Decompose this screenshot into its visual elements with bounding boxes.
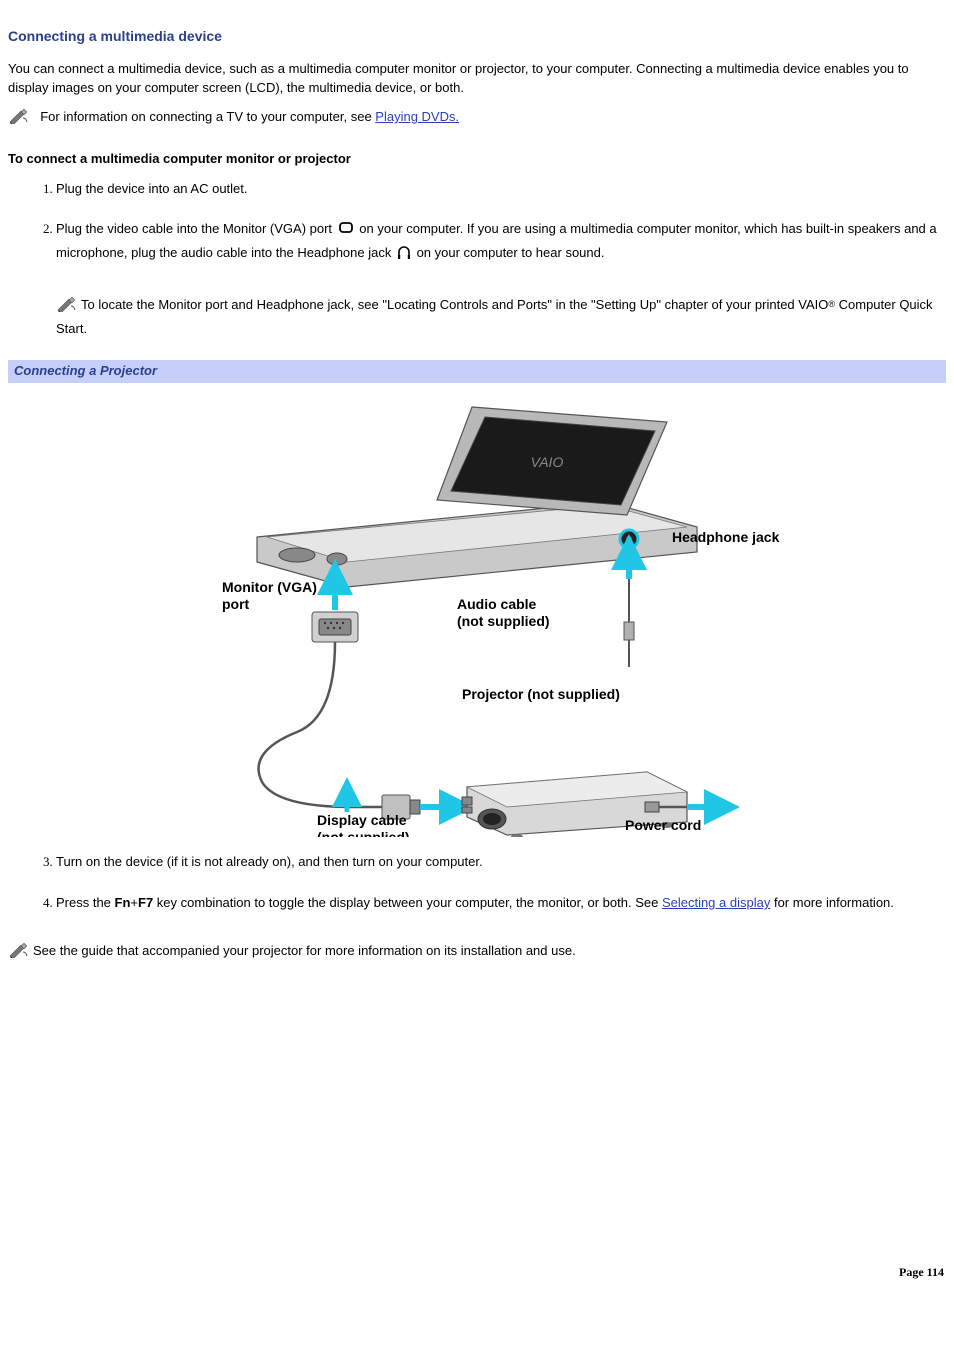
monitor-port-icon bbox=[338, 220, 354, 243]
step-2: Plug the video cable into the Monitor (V… bbox=[56, 219, 946, 339]
playing-dvds-link[interactable]: Playing DVDs. bbox=[375, 109, 459, 124]
step-3-text: Turn on the device (if it is not already… bbox=[56, 852, 946, 873]
label-projector: Projector (not supplied) bbox=[462, 686, 620, 702]
tv-note-text: For information on connecting a TV to yo… bbox=[40, 109, 375, 124]
step-1-text: Plug the device into an AC outlet. bbox=[56, 179, 946, 200]
headphone-jack-icon bbox=[397, 244, 411, 267]
display-cable-path bbox=[259, 642, 382, 807]
projector-connection-diagram: VAIO Headphone jack Monitor (VGA) port bbox=[167, 387, 787, 837]
page-title: Connecting a multimedia device bbox=[8, 26, 946, 46]
steps-list-cont: Turn on the device (if it is not already… bbox=[8, 852, 946, 914]
figure-diagram: VAIO Headphone jack Monitor (VGA) port bbox=[8, 387, 946, 843]
label-audio-cable-2: (not supplied) bbox=[457, 613, 550, 629]
tv-note: For information on connecting a TV to yo… bbox=[8, 108, 946, 130]
label-display-cable-2: (not supplied) bbox=[317, 829, 410, 837]
selecting-display-link[interactable]: Selecting a display bbox=[662, 895, 770, 910]
label-power-cord: Power cord bbox=[625, 817, 701, 833]
step-1: Plug the device into an AC outlet. bbox=[56, 179, 946, 200]
intro-paragraph: You can connect a multimedia device, suc… bbox=[8, 60, 946, 98]
audio-cable-illustration bbox=[624, 551, 634, 667]
final-note: See the guide that accompanied your proj… bbox=[8, 942, 946, 964]
label-monitor-port-2: port bbox=[222, 596, 250, 612]
final-note-text: See the guide that accompanied your proj… bbox=[33, 943, 576, 958]
step-2-note: To locate the Monitor port and Headphone… bbox=[56, 295, 946, 340]
label-display-cable-1: Display cable bbox=[317, 812, 407, 828]
steps-list: Plug the device into an AC outlet. Plug … bbox=[8, 179, 946, 340]
label-headphone-jack: Headphone jack bbox=[672, 529, 780, 545]
page-number: Page 114 bbox=[8, 1264, 946, 1281]
step-4: Press the Fn+F7 key combination to toggl… bbox=[56, 893, 946, 914]
section-subheading: To connect a multimedia computer monitor… bbox=[8, 150, 946, 169]
step-2-text: Plug the video cable into the Monitor (V… bbox=[56, 219, 946, 267]
figure-caption-bar: Connecting a Projector bbox=[8, 360, 946, 383]
label-monitor-port-1: Monitor (VGA) bbox=[222, 579, 317, 595]
step-4-text: Press the Fn+F7 key combination to toggl… bbox=[56, 893, 946, 914]
svg-text:VAIO: VAIO bbox=[531, 454, 564, 470]
label-audio-cable-1: Audio cable bbox=[457, 596, 537, 612]
pencil-note-icon bbox=[8, 108, 30, 130]
pencil-note-icon bbox=[56, 296, 78, 319]
step-3: Turn on the device (if it is not already… bbox=[56, 852, 946, 873]
pencil-note-icon bbox=[8, 942, 30, 964]
